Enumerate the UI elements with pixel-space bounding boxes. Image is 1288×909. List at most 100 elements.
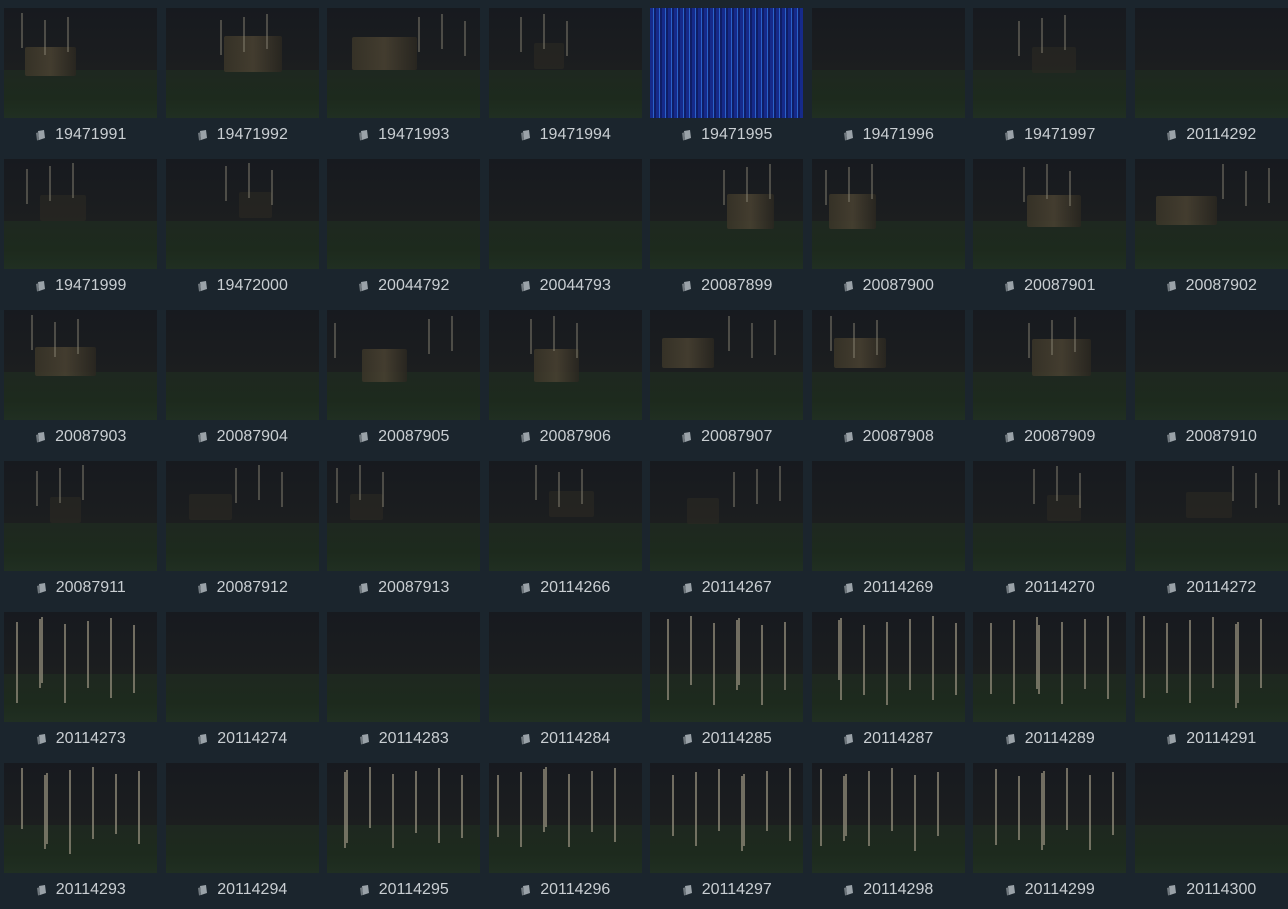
thumbnail-image[interactable] (1134, 310, 1288, 420)
thumbnail-image[interactable] (973, 763, 1126, 873)
thumbnail-image[interactable] (973, 159, 1126, 269)
thumbnail-image[interactable] (650, 159, 803, 269)
thumbnail-image[interactable] (811, 612, 965, 722)
gallery-item[interactable]: 20114299 (969, 755, 1131, 906)
thumbnail-image[interactable] (4, 310, 157, 420)
thumbnail-image[interactable] (165, 612, 319, 722)
gallery-item[interactable]: 19472000 (162, 151, 324, 302)
thumbnail-image[interactable] (165, 461, 319, 571)
thumbnail-image[interactable] (165, 159, 319, 269)
thumbnail-image[interactable] (811, 310, 965, 420)
thumbnail-image[interactable] (973, 612, 1126, 722)
gallery-item[interactable]: 20087909 (969, 302, 1131, 453)
thumbnail-lit-area (350, 494, 383, 520)
gallery-item[interactable]: 20114269 (808, 453, 970, 604)
gallery-item[interactable]: 20114266 (485, 453, 647, 604)
thumbnail-image[interactable] (488, 310, 642, 420)
thumbnail-image[interactable] (650, 8, 803, 118)
thumbnail-light-bar (995, 769, 997, 845)
thumbnail-image[interactable] (4, 461, 157, 571)
thumbnail-image[interactable] (488, 159, 642, 269)
gallery-item[interactable]: 19471991 (0, 0, 162, 151)
thumbnail-image[interactable] (4, 8, 157, 118)
gallery-item[interactable]: 20114267 (646, 453, 808, 604)
gallery-item[interactable]: 19471994 (485, 0, 647, 151)
gallery-item[interactable]: 20114300 (1131, 755, 1288, 906)
gallery-item[interactable]: 20044792 (323, 151, 485, 302)
thumbnail-image[interactable] (973, 310, 1126, 420)
gallery-item[interactable]: 20087911 (0, 453, 162, 604)
gallery-item[interactable]: 20114287 (808, 604, 970, 755)
thumbnail-image[interactable] (327, 8, 480, 118)
gallery-item[interactable]: 20114295 (323, 755, 485, 906)
thumbnail-image[interactable] (4, 612, 157, 722)
gallery-item[interactable]: 20087902 (1131, 151, 1288, 302)
gallery-item[interactable]: 20087910 (1131, 302, 1288, 453)
gallery-item[interactable]: 20114291 (1131, 604, 1288, 755)
gallery-item[interactable]: 20087912 (162, 453, 324, 604)
thumbnail-image[interactable] (1134, 461, 1288, 571)
gallery-item[interactable]: 20087903 (0, 302, 162, 453)
gallery-item[interactable]: 20087900 (808, 151, 970, 302)
gallery-item[interactable]: 20087906 (485, 302, 647, 453)
thumbnail-image[interactable] (1134, 8, 1288, 118)
thumbnail-image[interactable] (488, 612, 642, 722)
thumbnail-image[interactable] (811, 8, 965, 118)
thumbnail-image[interactable] (650, 763, 803, 873)
gallery-item[interactable]: 20087904 (162, 302, 324, 453)
thumbnail-image[interactable] (811, 763, 965, 873)
thumbnail-image[interactable] (327, 763, 480, 873)
gallery-item[interactable]: 20114273 (0, 604, 162, 755)
thumbnail-image[interactable] (327, 159, 480, 269)
gallery-item[interactable]: 20087908 (808, 302, 970, 453)
gallery-item[interactable]: 20114293 (0, 755, 162, 906)
thumbnail-image[interactable] (488, 461, 642, 571)
thumbnail-image[interactable] (327, 612, 480, 722)
gallery-item[interactable]: 20087901 (969, 151, 1131, 302)
thumbnail-image[interactable] (488, 763, 642, 873)
gallery-item[interactable]: 19471997 (969, 0, 1131, 151)
gallery-item[interactable]: 20087905 (323, 302, 485, 453)
thumbnail-image[interactable] (1134, 763, 1288, 873)
gallery-item[interactable]: 20114274 (162, 604, 324, 755)
gallery-item[interactable]: 20114284 (485, 604, 647, 755)
thumbnail-image[interactable] (650, 310, 803, 420)
thumbnail-light-bar (847, 167, 850, 202)
thumbnail-image[interactable] (973, 461, 1126, 571)
gallery-item[interactable]: 19471993 (323, 0, 485, 151)
gallery-item[interactable]: 20114298 (808, 755, 970, 906)
thumbnail-image[interactable] (973, 8, 1126, 118)
thumbnail-image[interactable] (4, 159, 157, 269)
gallery-item[interactable]: 20087913 (323, 453, 485, 604)
thumbnail-image[interactable] (165, 310, 319, 420)
thumbnail-image[interactable] (650, 612, 803, 722)
gallery-item[interactable]: 20044793 (485, 151, 647, 302)
thumbnail-image[interactable] (1134, 159, 1288, 269)
gallery-item[interactable]: 19471999 (0, 151, 162, 302)
gallery-item[interactable]: 20114283 (323, 604, 485, 755)
gallery-item[interactable]: 20087907 (646, 302, 808, 453)
gallery-item[interactable]: 20087899 (646, 151, 808, 302)
thumbnail-image[interactable] (488, 8, 642, 118)
gallery-item[interactable]: 20114292 (1131, 0, 1288, 151)
gallery-item[interactable]: 20114285 (646, 604, 808, 755)
gallery-item[interactable]: 19471996 (808, 0, 970, 151)
gallery-item[interactable]: 19471995 (646, 0, 808, 151)
gallery-item[interactable]: 20114294 (162, 755, 324, 906)
thumbnail-image[interactable] (811, 159, 965, 269)
gallery-item-caption: 19471991 (0, 118, 162, 151)
gallery-item[interactable]: 20114296 (485, 755, 647, 906)
thumbnail-image[interactable] (4, 763, 157, 873)
gallery-item[interactable]: 19471992 (162, 0, 324, 151)
thumbnail-image[interactable] (165, 8, 319, 118)
thumbnail-image[interactable] (811, 461, 965, 571)
thumbnail-image[interactable] (327, 461, 480, 571)
thumbnail-image[interactable] (650, 461, 803, 571)
gallery-item[interactable]: 20114272 (1131, 453, 1288, 604)
gallery-item[interactable]: 20114289 (969, 604, 1131, 755)
gallery-item[interactable]: 20114297 (646, 755, 808, 906)
thumbnail-image[interactable] (165, 763, 319, 873)
thumbnail-image[interactable] (1134, 612, 1288, 722)
gallery-item[interactable]: 20114270 (969, 453, 1131, 604)
thumbnail-image[interactable] (327, 310, 480, 420)
